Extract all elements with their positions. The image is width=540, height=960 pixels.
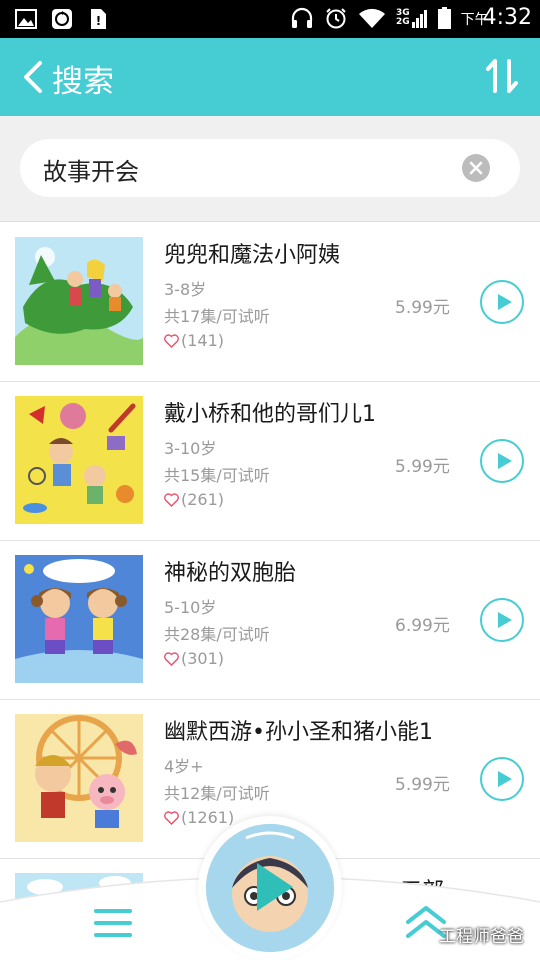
headphones-icon xyxy=(291,7,313,28)
list-item[interactable]: 戴小桥和他的哥们儿1 3-10岁 共15集/可试听 (261) 5.99元 xyxy=(0,382,540,541)
battery-icon xyxy=(437,6,451,29)
heart-icon xyxy=(164,651,179,666)
item-price: 5.99元 xyxy=(395,298,450,318)
item-likes: (141) xyxy=(164,331,224,350)
heart-icon xyxy=(164,492,179,507)
player-disc[interactable] xyxy=(198,816,342,960)
item-likes: (301) xyxy=(164,649,224,668)
play-icon xyxy=(498,771,512,787)
back-icon[interactable] xyxy=(20,60,46,94)
play-icon xyxy=(498,294,512,310)
likes-count: (261) xyxy=(181,490,225,509)
item-episodes: 共28集/可试听 xyxy=(164,625,270,644)
network-indicator: 3G 2G xyxy=(396,8,428,28)
likes-count: (141) xyxy=(181,331,225,350)
signal-icon xyxy=(411,9,427,28)
list-item[interactable]: 神秘的双胞胎 5-10岁 共28集/可试听 (301) 6.99元 xyxy=(0,541,540,700)
svg-text:!: ! xyxy=(96,14,101,28)
item-episodes: 共12集/可试听 xyxy=(164,784,270,803)
cover-image xyxy=(15,714,143,842)
cover-image xyxy=(15,237,143,365)
search-section: 故事开会 xyxy=(0,116,540,222)
menu-icon[interactable] xyxy=(94,908,132,938)
gallery-icon xyxy=(15,9,37,29)
item-price: 5.99元 xyxy=(395,775,450,795)
status-clock: 下午4:32 xyxy=(461,5,532,30)
sim-card-icon: ! xyxy=(91,9,106,29)
search-input[interactable]: 故事开会 xyxy=(20,139,520,197)
search-query[interactable]: 故事开会 xyxy=(43,152,139,187)
item-age: 5-10岁 xyxy=(164,598,217,617)
item-episodes: 共15集/可试听 xyxy=(164,466,270,485)
item-age: 3-10岁 xyxy=(164,439,217,458)
item-episodes: 共17集/可试听 xyxy=(164,307,270,326)
item-likes: (261) xyxy=(164,490,224,509)
item-title: 兜兜和魔法小阿姨 xyxy=(164,243,341,268)
play-icon xyxy=(498,453,512,469)
cover-image xyxy=(15,555,143,683)
heart-icon xyxy=(164,333,179,348)
network-label-2g: 2G xyxy=(395,16,410,27)
item-title: 戴小桥和他的哥们儿1 xyxy=(164,402,376,427)
sort-icon[interactable] xyxy=(486,58,518,94)
item-price: 6.99元 xyxy=(395,616,450,636)
play-button[interactable] xyxy=(480,757,524,801)
page-title: 搜索 xyxy=(52,64,114,100)
item-likes: (1261) xyxy=(164,808,234,827)
player-artwork xyxy=(206,824,334,952)
cover-image xyxy=(15,396,143,524)
play-icon xyxy=(498,612,512,628)
app-header: 搜索 xyxy=(0,38,540,116)
alarm-icon xyxy=(326,7,346,28)
play-icon xyxy=(257,863,293,911)
sync-icon xyxy=(52,9,72,29)
likes-count: (301) xyxy=(181,649,225,668)
likes-count: (1261) xyxy=(181,808,235,827)
watermark: 工程师爸爸 xyxy=(439,927,524,947)
wifi-icon xyxy=(358,8,385,28)
status-bar: ! 3G 2G 下午4:32 xyxy=(0,0,540,38)
clear-button[interactable] xyxy=(462,154,490,182)
heart-icon xyxy=(164,810,179,825)
status-time: 4:32 xyxy=(482,5,532,30)
item-price: 5.99元 xyxy=(395,457,450,477)
play-button[interactable] xyxy=(480,598,524,642)
play-button[interactable] xyxy=(480,280,524,324)
item-title: 幽默西游•孙小圣和猪小能1 xyxy=(164,720,433,745)
list-item[interactable]: 兜兜和魔法小阿姨 3-8岁 共17集/可试听 (141) 5.99元 xyxy=(0,223,540,382)
play-button[interactable] xyxy=(480,439,524,483)
item-age: 3-8岁 xyxy=(164,280,207,299)
item-age: 4岁+ xyxy=(164,757,204,776)
item-title: 神秘的双胞胎 xyxy=(164,561,297,586)
clear-icon xyxy=(469,161,483,175)
